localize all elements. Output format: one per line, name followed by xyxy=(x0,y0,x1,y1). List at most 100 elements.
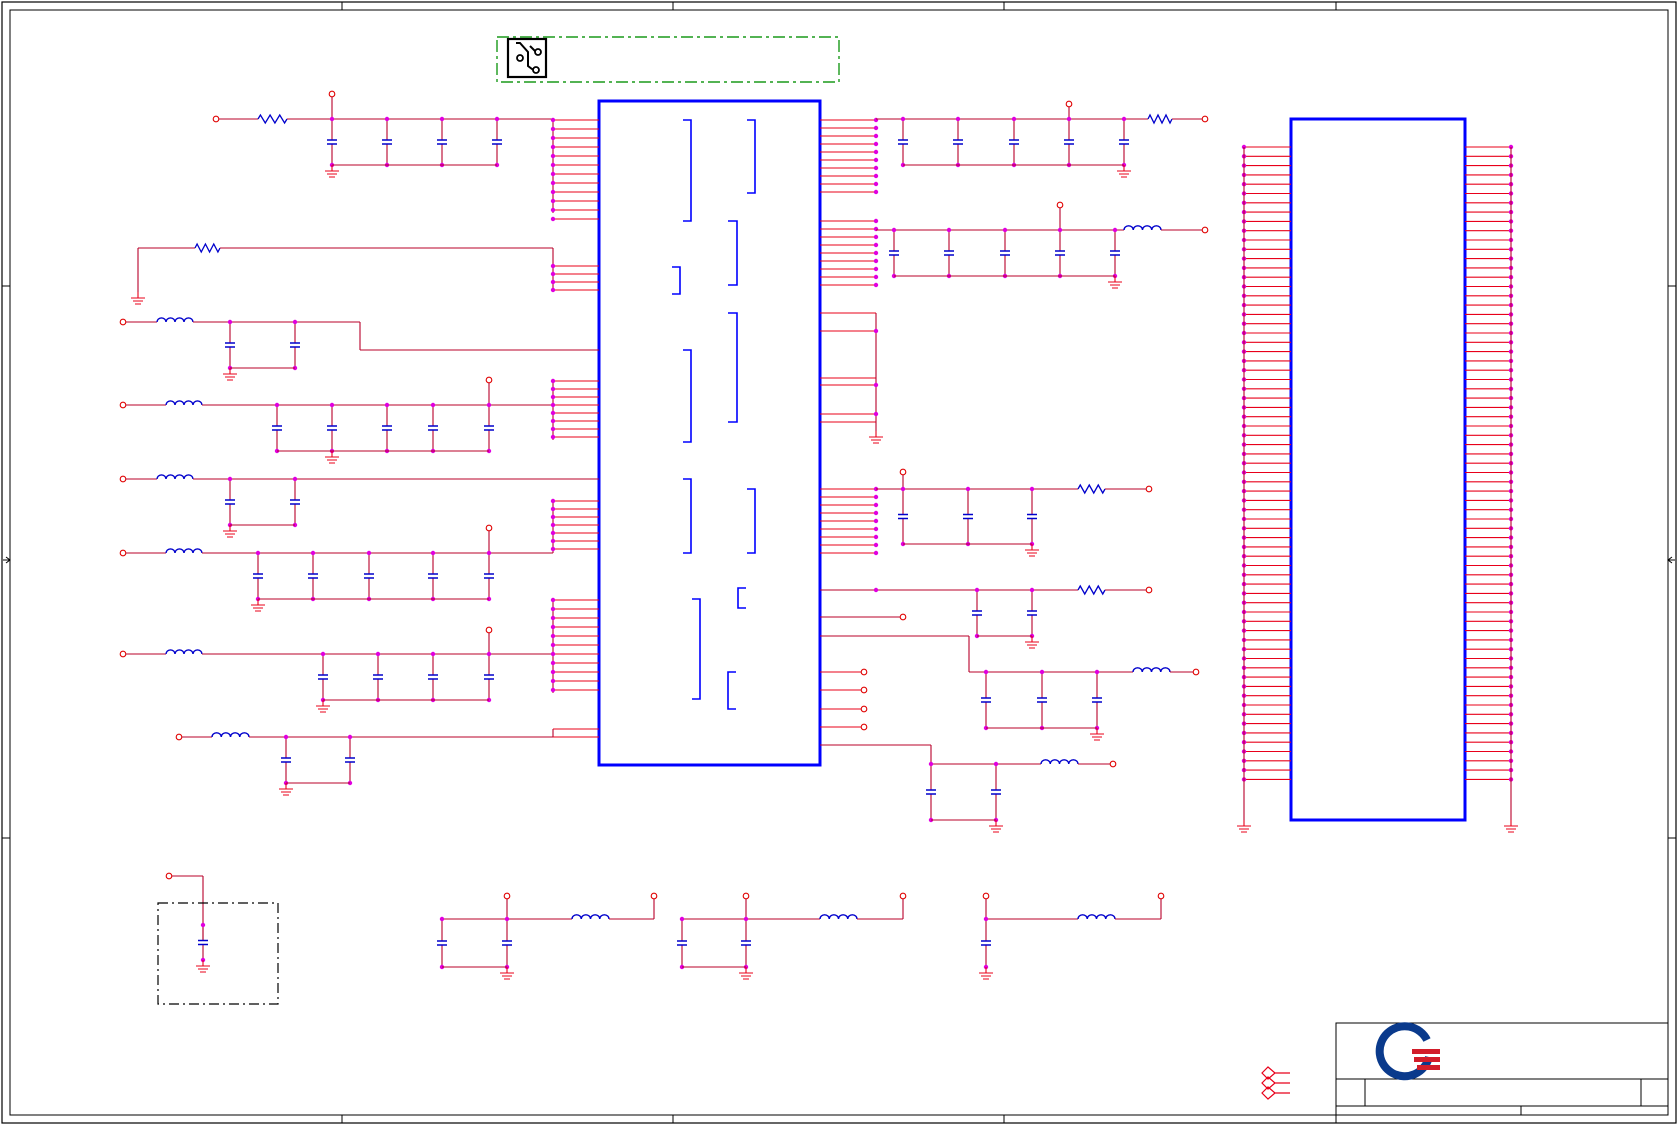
junction xyxy=(320,651,326,657)
ground-symbol xyxy=(979,967,993,980)
junction xyxy=(1066,116,1072,122)
net-port xyxy=(1065,100,1073,108)
ground-symbol xyxy=(500,967,514,980)
capacitor xyxy=(290,342,300,348)
net-port xyxy=(1201,115,1209,123)
junction xyxy=(486,651,492,657)
net-port xyxy=(1056,201,1064,209)
resistor xyxy=(1077,584,1106,596)
junction xyxy=(550,514,556,520)
junction xyxy=(983,916,989,922)
capacitor xyxy=(225,342,235,348)
capacitor xyxy=(437,139,447,145)
ground-symbol xyxy=(1090,728,1104,741)
junction xyxy=(550,434,556,440)
junction xyxy=(873,125,879,131)
capacitor xyxy=(502,940,512,946)
right-arrow-icon xyxy=(1667,556,1675,564)
junction xyxy=(292,319,298,325)
junction xyxy=(873,526,879,532)
junction xyxy=(550,538,556,544)
capacitor xyxy=(1037,697,1047,703)
ground-symbol xyxy=(1237,820,1251,833)
capacitor xyxy=(382,139,392,145)
net-port xyxy=(860,705,868,713)
capacitor xyxy=(318,674,328,680)
junction xyxy=(550,180,556,186)
capacitor xyxy=(253,573,263,579)
ground-symbol xyxy=(316,700,330,713)
junction xyxy=(1039,669,1045,675)
ground-symbol xyxy=(869,431,883,444)
ground-symbol xyxy=(1108,276,1122,289)
junction xyxy=(550,189,556,195)
capacitor xyxy=(991,789,1001,795)
capacitor xyxy=(677,940,687,946)
junction xyxy=(550,198,556,204)
ground-symbol xyxy=(989,820,1003,833)
junction xyxy=(983,669,989,675)
inductor xyxy=(1123,225,1162,231)
resistor xyxy=(194,242,221,254)
junction xyxy=(274,402,280,408)
ground-symbol xyxy=(196,960,210,973)
junction xyxy=(200,922,206,928)
junction xyxy=(329,402,335,408)
junction xyxy=(873,242,879,248)
junction xyxy=(873,550,879,556)
ground-symbol xyxy=(325,165,339,178)
capacitor xyxy=(898,513,908,520)
junction xyxy=(873,149,879,155)
junction xyxy=(873,510,879,516)
junction xyxy=(873,218,879,224)
ground-symbol xyxy=(223,525,237,538)
capacitor xyxy=(741,940,751,946)
net-port xyxy=(485,626,493,634)
junction xyxy=(550,633,556,639)
net-port xyxy=(1157,892,1165,900)
resistor xyxy=(1077,483,1106,495)
net-port xyxy=(1201,226,1209,234)
net-port xyxy=(899,468,907,476)
capacitor xyxy=(373,674,383,680)
junction xyxy=(873,494,879,500)
ground-symbol xyxy=(1025,544,1039,557)
junction xyxy=(873,534,879,540)
junction xyxy=(550,660,556,666)
junction xyxy=(1112,227,1118,233)
junction xyxy=(384,402,390,408)
junction xyxy=(974,587,980,593)
left-arrow-icon xyxy=(3,556,11,564)
junction xyxy=(227,319,233,325)
junction xyxy=(550,597,556,603)
inductor xyxy=(571,914,610,920)
junction xyxy=(227,476,233,482)
ground-symbol xyxy=(739,967,753,980)
junction xyxy=(873,382,879,388)
junction xyxy=(550,126,556,132)
net-port xyxy=(485,376,493,384)
junction xyxy=(430,550,436,556)
capacitor xyxy=(1110,250,1120,256)
junction xyxy=(1011,116,1017,122)
capacitor xyxy=(272,425,282,431)
capacitor xyxy=(281,757,291,763)
capacitor xyxy=(926,789,936,795)
junction xyxy=(310,550,316,556)
junction xyxy=(900,116,906,122)
net-port xyxy=(212,115,220,123)
sheet-frame xyxy=(1,1,1677,1124)
capacitor xyxy=(889,250,899,256)
junction xyxy=(550,386,556,392)
capacitor xyxy=(1064,139,1074,145)
junction xyxy=(873,181,879,187)
junction xyxy=(1029,486,1035,492)
junction xyxy=(550,279,556,285)
net-port xyxy=(175,733,183,741)
resistor xyxy=(257,113,288,125)
inductor xyxy=(1040,759,1079,765)
junction xyxy=(873,165,879,171)
junction xyxy=(873,157,879,163)
net-port xyxy=(119,475,127,483)
junction xyxy=(550,498,556,504)
